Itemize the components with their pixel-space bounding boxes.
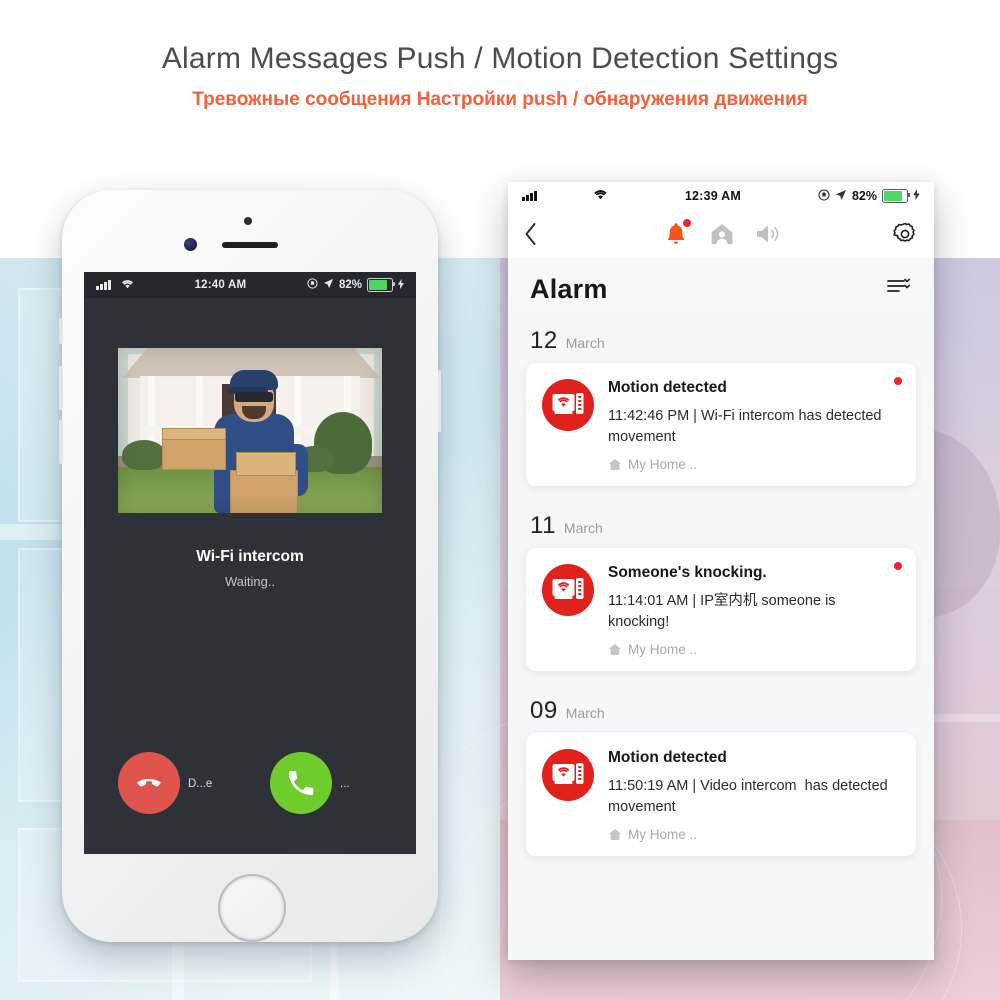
lightning-bolt-icon [398, 278, 404, 292]
alarm-location-label: My Home .. [628, 457, 698, 473]
front-camera-icon [184, 238, 197, 251]
location-arrow-icon [835, 189, 847, 204]
rotation-lock-icon [818, 188, 830, 204]
speaker-icon [757, 225, 779, 243]
power-button[interactable] [437, 370, 441, 432]
alarm-location-label: My Home .. [628, 827, 698, 843]
alarm-title: Someone's knocking. [608, 564, 767, 582]
home-icon [608, 459, 622, 471]
page-title: Alarm Messages Push / Motion Detection S… [161, 42, 839, 75]
filter-sort-button[interactable] [886, 276, 912, 303]
home-icon [608, 829, 622, 841]
battery-icon [882, 188, 910, 204]
caller-name: Wi-Fi intercom [196, 548, 304, 565]
alarm-header: Alarm [508, 258, 934, 311]
date-header: 12 March [508, 311, 934, 363]
top-navigation-bar [508, 210, 934, 258]
date-month: March [563, 520, 603, 537]
date-month: March [565, 335, 605, 351]
left-phone-top-bezel [62, 190, 438, 272]
home-icon [608, 644, 622, 656]
unread-dot [894, 377, 902, 385]
chevron-left-icon [525, 223, 536, 245]
phone-hangup-icon [137, 779, 161, 787]
alarm-card[interactable]: Someone's knocking. 11:14:01 AM | IP室内机 … [526, 548, 916, 672]
left-battery-percent: 82% [338, 279, 362, 291]
alarm-location: My Home .. [608, 827, 900, 842]
cellular-signal-icon [96, 280, 111, 290]
accept-call-button[interactable] [270, 752, 332, 814]
alarm-page-title: Alarm [530, 274, 608, 304]
call-actions: D...e ... [84, 752, 416, 832]
date-header: 11 March [508, 486, 934, 548]
call-status-text: Waiting.. [224, 574, 276, 589]
volume-down-button[interactable] [59, 420, 63, 464]
volume-up-button[interactable] [59, 366, 63, 410]
cellular-signal-icon [522, 191, 537, 201]
headings: Alarm Messages Push / Motion Detection S… [0, 0, 1000, 110]
alarm-card[interactable]: Motion detected 11:42:46 PM | Wi-Fi inte… [526, 363, 916, 487]
date-number: 12 [530, 327, 558, 354]
battery-icon [367, 277, 395, 293]
alarm-card[interactable]: Motion detected 11:50:19 AM | Video inte… [526, 733, 916, 857]
accept-call-label: ... [340, 778, 350, 790]
mute-switch[interactable] [59, 318, 63, 344]
home-button[interactable] [218, 874, 286, 942]
date-header: 09 March [508, 671, 934, 733]
alarm-title: Motion detected [608, 379, 727, 396]
alarm-title: Motion detected [608, 749, 727, 767]
right-status-bar: 12:39 AM 82% [508, 182, 934, 210]
alarm-description: 11:50:19 AM | Video intercom has detecte… [608, 778, 892, 815]
settings-button[interactable] [886, 214, 918, 254]
alarm-description: 11:14:01 AM | IP室内机 someone is knocking! [608, 593, 840, 630]
left-phone-device: 12:40 AM 82% Wi-Fi intercom Waiting.. D.… [59, 190, 441, 942]
rotation-lock-icon [307, 278, 318, 292]
call-video-preview[interactable] [118, 348, 382, 513]
left-status-bar: 12:40 AM 82% [84, 272, 416, 298]
alarm-location-label: My Home .. [628, 642, 698, 658]
tab-alarm-bell[interactable] [653, 214, 699, 254]
right-battery-percent: 82% [851, 189, 877, 203]
wifi-icon [593, 189, 608, 203]
alarm-location: My Home .. [608, 642, 900, 657]
earpiece-speaker [222, 242, 278, 248]
wifi-icon [121, 279, 134, 292]
tab-home-person[interactable] [699, 214, 745, 254]
promo-banner: Alarm Messages Push / Motion Detection S… [0, 0, 1000, 1000]
video-intercom-icon [542, 379, 594, 431]
alarm-badge-dot [683, 219, 691, 227]
video-intercom-icon [542, 749, 594, 802]
unread-dot [894, 562, 902, 571]
home-person-icon [711, 224, 733, 244]
page-subtitle-russian: Тревожные сообщения Настройки push / обн… [192, 88, 808, 110]
back-button[interactable] [524, 214, 558, 254]
tab-speaker[interactable] [745, 214, 791, 254]
location-arrow-icon [323, 278, 334, 292]
proximity-sensor-icon [244, 217, 252, 225]
alarm-description: 11:42:46 PM | Wi-Fi intercom has detecte… [608, 408, 886, 445]
gear-icon [893, 222, 915, 242]
date-number: 09 [530, 697, 558, 725]
lightning-bolt-icon [913, 189, 920, 203]
right-status-time: 12:39 AM [684, 189, 741, 203]
left-phone-screen: 12:40 AM 82% Wi-Fi intercom Waiting.. D.… [84, 272, 416, 854]
sort-filter-icon [887, 278, 910, 292]
date-month: March [565, 705, 605, 722]
decline-call-label: D...e [188, 778, 213, 790]
decline-call-button[interactable] [118, 752, 180, 814]
left-status-time: 12:40 AM [194, 279, 247, 291]
alarm-location: My Home .. [608, 457, 900, 472]
alarm-list-screen: Alarm 12 March Motion detected 11:42:46 … [508, 258, 934, 960]
date-number: 11 [530, 512, 556, 540]
phone-answer-icon [289, 771, 314, 796]
right-phone-screenshot: 12:39 AM 82% Alarm 12 March Motion detec… [508, 182, 934, 960]
video-intercom-icon [542, 564, 594, 617]
